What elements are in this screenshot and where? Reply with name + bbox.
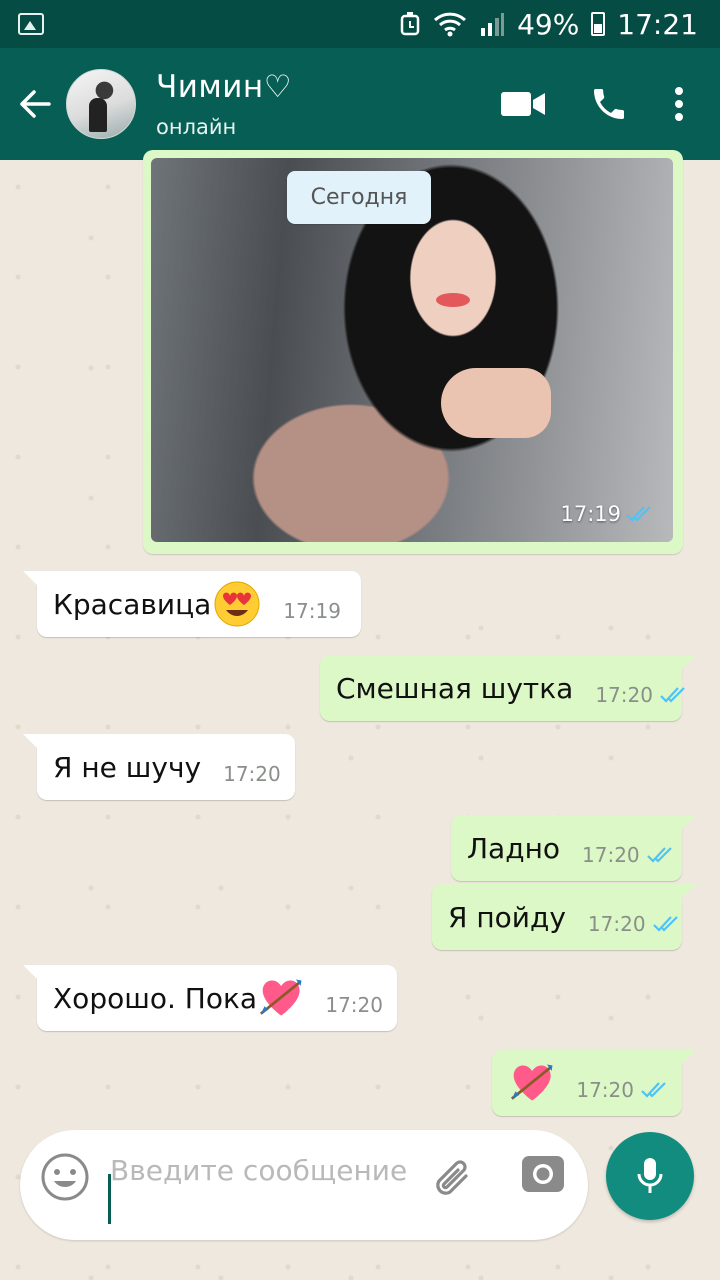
status-bar: 49% 17:21 <box>0 0 720 48</box>
heart-with-arrow-emoji-icon <box>510 1064 553 1101</box>
message-time: 17:19 <box>283 599 341 623</box>
double-check-icon <box>646 847 672 863</box>
message-text: Ладно <box>467 831 561 865</box>
message-bubble[interactable]: Я не шучу 17:20 <box>23 734 295 800</box>
smiley-icon <box>41 1153 89 1201</box>
message-time: 17:20 <box>587 912 646 936</box>
double-check-icon <box>652 916 678 932</box>
message-time: 17:20 <box>582 843 640 867</box>
video-camera-icon <box>501 92 545 116</box>
voice-message-button[interactable] <box>606 1132 694 1220</box>
attach-button[interactable] <box>428 1152 482 1206</box>
battery-percent: 49% <box>517 7 580 41</box>
chat-header: Чимин♡ онлайн <box>0 48 720 160</box>
contact-name: Чимин♡ <box>156 69 292 105</box>
arrow-left-icon <box>20 90 51 118</box>
message-time: 17:20 <box>325 993 383 1017</box>
video-call-button[interactable] <box>480 64 566 144</box>
battery-icon <box>591 12 606 36</box>
paperclip-icon <box>436 1160 468 1195</box>
alarm-icon <box>400 12 420 36</box>
message-time: 17:19 <box>560 502 621 526</box>
date-chip: Сегодня <box>287 171 431 224</box>
back-button[interactable] <box>4 48 66 160</box>
chat-area[interactable]: 17:19 Сегодня Красавица 17:19 Смешная шу… <box>0 150 720 1280</box>
camera-button[interactable] <box>520 1150 570 1200</box>
message-input-bar <box>20 1130 588 1240</box>
microphone-icon <box>637 1158 663 1193</box>
gallery-notification-icon <box>18 13 44 35</box>
message-bubble[interactable]: Ладно 17:20 <box>451 815 696 881</box>
message-time: 17:20 <box>595 683 653 707</box>
voice-call-button[interactable] <box>566 64 652 144</box>
message-time: 17:20 <box>576 1078 634 1102</box>
contact-status: онлайн <box>156 115 237 139</box>
camera-icon <box>522 1156 564 1192</box>
more-options-button[interactable] <box>652 64 706 144</box>
double-check-icon <box>660 687 685 703</box>
message-text: Я не шучу <box>53 750 202 784</box>
message-bubble[interactable]: Смешная шутка 17:20 <box>320 655 696 721</box>
message-bubble[interactable]: Хорошо. Пока 17:20 <box>23 965 397 1031</box>
message-bubble[interactable]: 17:20 <box>492 1050 696 1116</box>
signal-icon <box>481 13 505 36</box>
contact-info[interactable]: Чимин♡ онлайн <box>156 69 480 139</box>
message-text: Смешная шутка <box>336 671 574 705</box>
heart-with-arrow-emoji-icon <box>260 979 302 1016</box>
emoji-button[interactable] <box>40 1152 90 1202</box>
message-time: 17:20 <box>223 762 281 786</box>
message-input[interactable] <box>110 1148 410 1228</box>
kebab-menu-icon <box>675 87 683 121</box>
heart-eyes-emoji-icon <box>214 581 260 627</box>
message-text: Хорошо. Пока <box>53 981 258 1015</box>
message-text: Красавица <box>53 587 212 621</box>
double-check-icon <box>641 1082 666 1098</box>
phone-icon <box>594 89 624 119</box>
clock: 17:21 <box>617 7 698 41</box>
message-bubble[interactable]: Красавица 17:19 <box>23 571 361 637</box>
message-text: Я пойду <box>448 900 566 934</box>
avatar[interactable] <box>66 69 136 139</box>
message-bubble[interactable]: Я пойду 17:20 <box>432 884 696 950</box>
double-check-icon <box>626 506 651 522</box>
wifi-icon <box>434 12 467 37</box>
